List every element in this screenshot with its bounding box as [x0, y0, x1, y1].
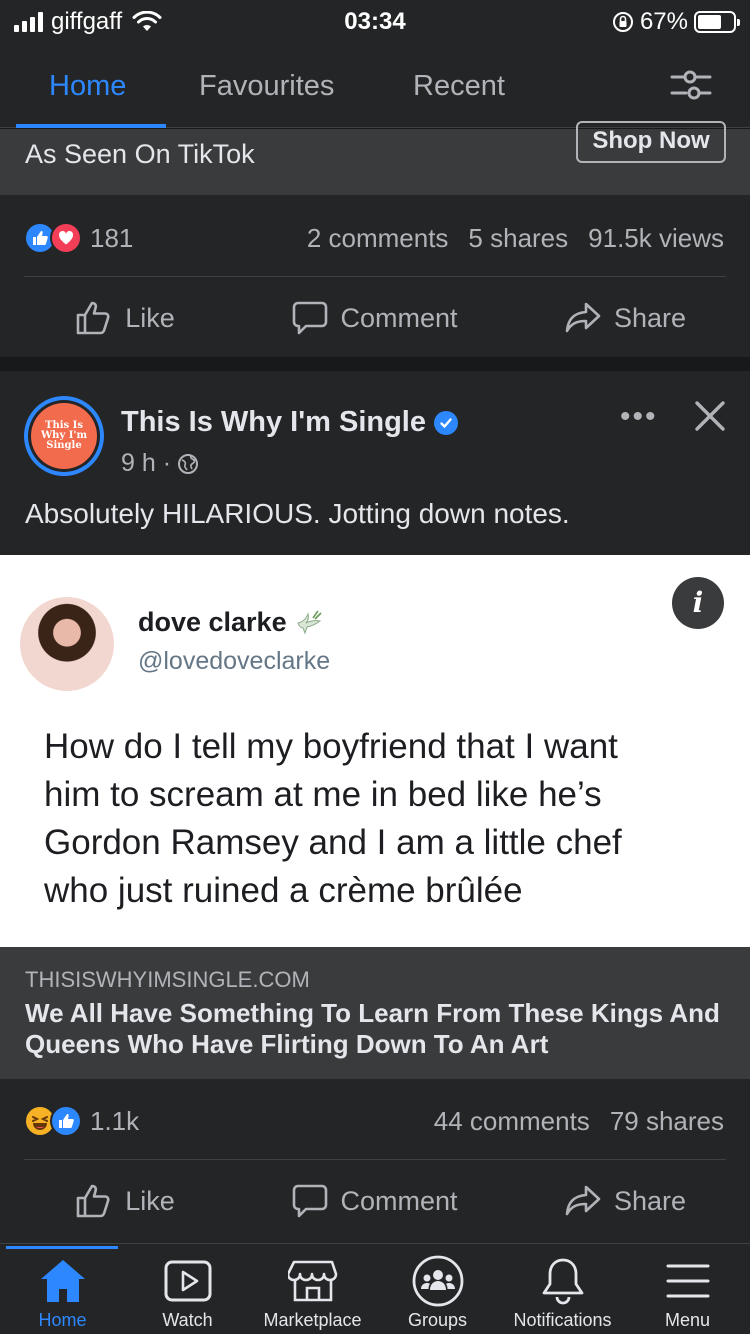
like-label: Like	[125, 302, 175, 333]
link-title: We All Have Something To Learn From Thes…	[25, 998, 720, 1059]
battery-icon	[694, 11, 740, 33]
post-time[interactable]: 9 h ·	[121, 449, 171, 478]
like-label: Like	[125, 1185, 175, 1216]
reaction-summary[interactable]: 181	[24, 222, 133, 254]
orientation-lock-icon	[612, 12, 633, 32]
info-icon[interactable]: i	[672, 577, 724, 629]
nav-groups[interactable]: Groups	[375, 1252, 500, 1331]
bottom-navigation: Home Watch Marketplace Groups Notificati…	[0, 1243, 750, 1334]
comment-icon	[293, 301, 328, 335]
comment-icon	[293, 1184, 328, 1218]
bell-icon	[542, 1258, 583, 1305]
close-icon[interactable]	[692, 398, 728, 434]
comments-count[interactable]: 2 comments	[307, 223, 449, 254]
avatar-text-3: Single	[46, 440, 82, 451]
prev-post-actions: Like Comment Share	[0, 278, 750, 358]
tab-recent[interactable]: Recent	[413, 70, 505, 103]
post-caption: Absolutely HILARIOUS. Jotting down notes…	[25, 498, 570, 529]
like-reaction-icon	[50, 1105, 82, 1137]
reaction-summary[interactable]: 1.1k	[24, 1105, 139, 1137]
nav-watch[interactable]: Watch	[125, 1252, 250, 1331]
globe-icon	[178, 453, 199, 474]
like-icon	[76, 1184, 110, 1218]
reaction-count: 1.1k	[90, 1105, 140, 1136]
tweet-line: who just ruined a crème brûlée	[44, 871, 523, 910]
tab-home[interactable]: Home	[49, 70, 126, 103]
nav-label: Watch	[162, 1310, 213, 1330]
divider	[24, 276, 726, 277]
tweet-line: How do I tell my boyfriend that I want	[44, 727, 618, 766]
dove-emoji-icon	[296, 610, 322, 634]
menu-icon	[666, 1264, 709, 1298]
link-preview[interactable]: THISISWHYIMSINGLE.COM We All Have Someth…	[0, 947, 750, 1079]
marketplace-icon	[287, 1260, 337, 1302]
share-label: Share	[613, 1185, 687, 1216]
tweet-author: dove clarke	[138, 607, 325, 638]
nav-notifications[interactable]: Notifications	[500, 1252, 625, 1331]
reaction-count: 181	[90, 222, 134, 253]
page-name[interactable]: This Is Why I'm Single	[121, 406, 458, 439]
page-name-text: This Is Why I'm Single	[121, 406, 426, 438]
tab-favourites[interactable]: Favourites	[199, 70, 334, 103]
divider	[24, 1159, 726, 1160]
groups-icon	[412, 1255, 463, 1307]
active-tab-indicator	[16, 124, 166, 128]
ad-link-preview[interactable]: As Seen On TikTok Shop Now	[0, 121, 750, 195]
shop-now-button[interactable]: Shop Now	[576, 121, 726, 163]
status-bar: giffgaff 03:34 67%	[0, 0, 750, 44]
nav-marketplace[interactable]: Marketplace	[250, 1252, 375, 1331]
prev-post-stats: 181 2 comments 5 shares 91.5k views	[24, 216, 724, 260]
nav-label: Marketplace	[263, 1310, 362, 1330]
like-button[interactable]: Like	[0, 300, 250, 336]
tweet-line: Gordon Ramsey and I am a little chef	[44, 823, 622, 862]
filter-icon[interactable]	[670, 68, 712, 102]
nav-label: Groups	[407, 1310, 468, 1330]
share-button[interactable]: Share	[500, 301, 750, 335]
post-image[interactable]: dove clarke @lovedoveclarke How do I tel…	[0, 555, 750, 947]
shares-count[interactable]: 79 shares	[610, 1106, 724, 1137]
tweet-line: him to scream at me in bed like he’s	[44, 775, 602, 814]
shares-count[interactable]: 5 shares	[468, 223, 568, 254]
comments-count[interactable]: 44 comments	[434, 1106, 590, 1137]
views-count: 91.5k views	[588, 222, 724, 253]
feed-tabs: Home Favourites Recent	[0, 44, 750, 128]
share-icon	[565, 302, 601, 333]
tweet-handle: @lovedoveclarke	[138, 647, 331, 675]
share-label: Share	[613, 302, 687, 333]
active-nav-indicator	[6, 1246, 118, 1249]
tweet-text: How do I tell my boyfriend that I want h…	[44, 723, 724, 915]
comment-label: Comment	[340, 302, 458, 333]
nav-home[interactable]: Home	[0, 1252, 125, 1331]
like-icon	[76, 301, 110, 335]
post-actions: Like Comment Share	[0, 1161, 750, 1241]
nav-label: Home	[38, 1310, 87, 1330]
page-avatar[interactable]: This Is Why I'm Single	[24, 396, 104, 476]
share-icon	[565, 1185, 601, 1216]
home-icon	[40, 1260, 85, 1302]
comment-button[interactable]: Comment	[250, 1183, 500, 1219]
link-domain: THISISWHYIMSINGLE.COM	[25, 967, 310, 992]
watch-icon	[164, 1260, 211, 1302]
feed-separator	[0, 357, 750, 371]
love-reaction-icon	[50, 222, 82, 254]
nav-menu[interactable]: Menu	[625, 1252, 750, 1331]
like-button[interactable]: Like	[0, 1183, 250, 1219]
share-button[interactable]: Share	[500, 1184, 750, 1218]
post-stats: 1.1k 44 comments 79 shares	[24, 1099, 724, 1143]
comment-button[interactable]: Comment	[250, 300, 500, 336]
tweet-author-name: dove clarke	[138, 607, 287, 637]
tweet-avatar	[20, 597, 114, 691]
comment-label: Comment	[340, 1185, 458, 1216]
ad-title: As Seen On TikTok	[25, 139, 255, 169]
post-meta: 9 h ·	[121, 449, 199, 478]
more-options-button[interactable]: •••	[620, 400, 658, 434]
verified-badge-icon	[434, 410, 458, 435]
status-right: 67%	[612, 8, 740, 36]
battery-percentage: 67%	[639, 8, 688, 35]
nav-label: Notifications	[513, 1310, 612, 1330]
nav-label: Menu	[664, 1310, 711, 1330]
